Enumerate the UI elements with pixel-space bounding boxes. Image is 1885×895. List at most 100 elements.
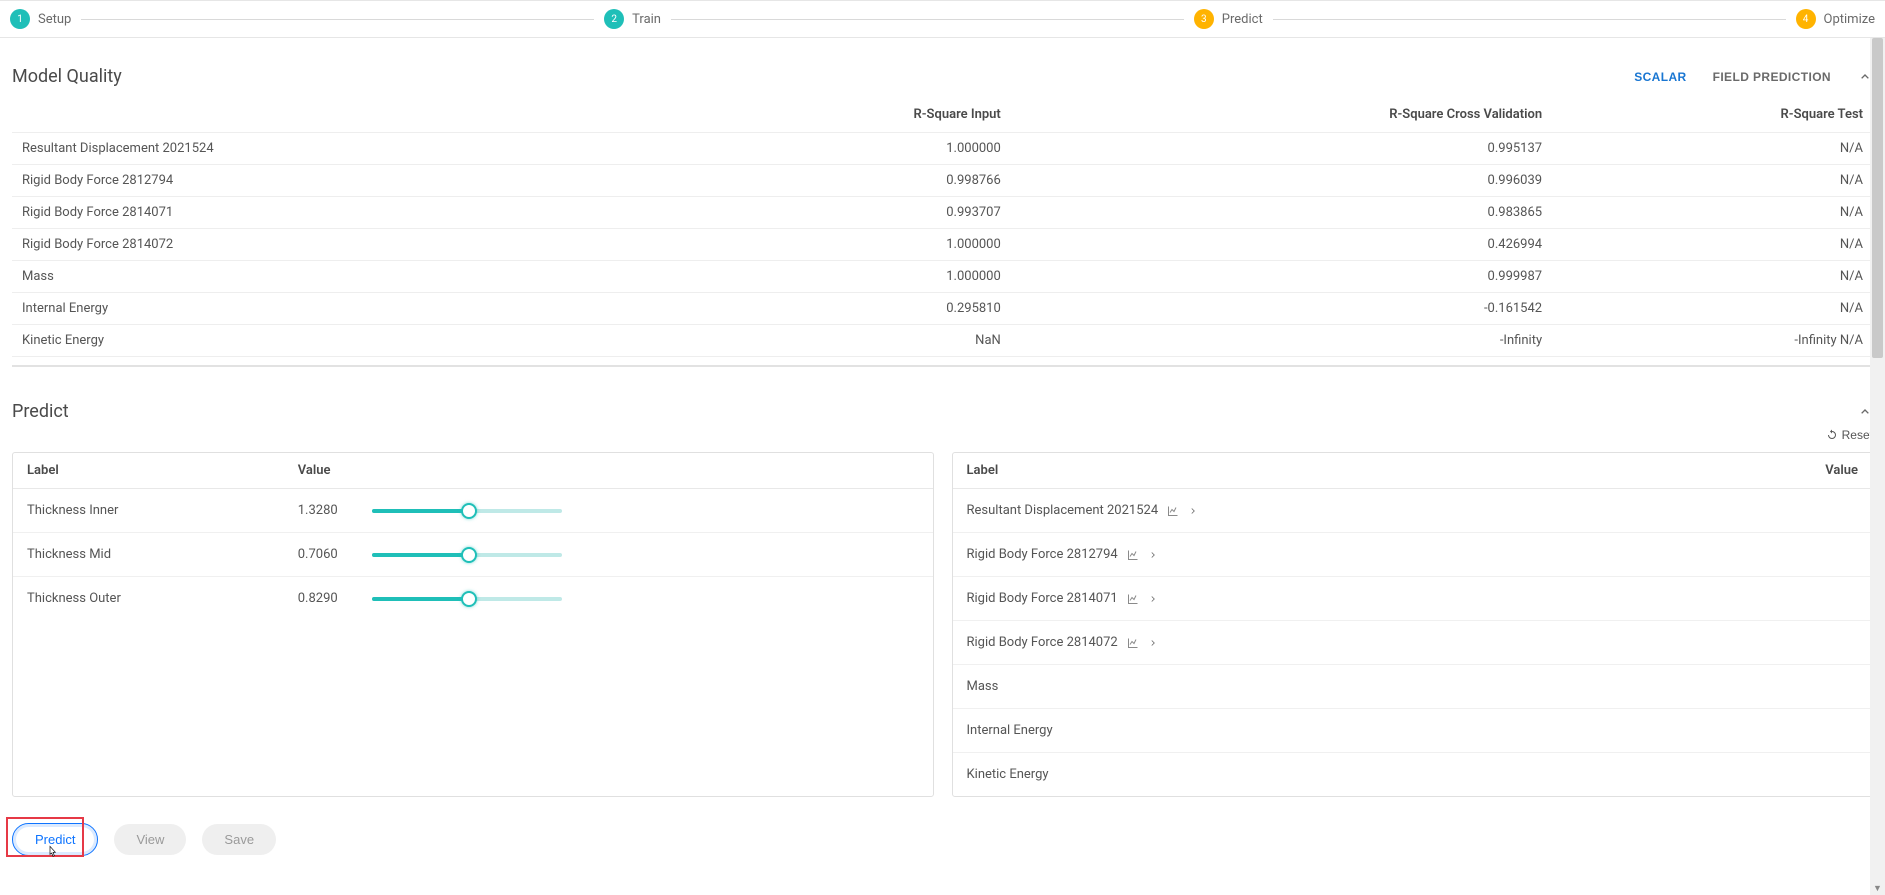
step-line [1273,19,1786,20]
chevron-right-icon[interactable] [1148,638,1158,648]
stepper: 1 Setup 2 Train 3 Predict 4 Optimize [0,0,1885,38]
input-row: Thickness Mid 0.7060 [13,533,933,577]
tab-scalar[interactable]: SCALAR [1634,70,1686,84]
row-rsq-cv: 0.983865 [1011,197,1552,229]
row-rsq-cv: 0.996039 [1011,165,1552,197]
model-quality-table: R-Square Input R-Square Cross Validation… [12,93,1873,357]
step-train[interactable]: 2 Train [604,9,661,29]
col-label [12,93,675,133]
step-line [81,19,594,20]
input-label: Thickness Inner [13,489,284,533]
row-rsq-cv: -Infinity [1011,325,1552,357]
section-title: Predict [12,401,69,422]
row-label: Rigid Body Force 2814072 [12,229,675,261]
table-row: Internal Energy0.295810-0.161542N/A [12,293,1873,325]
predict-button[interactable]: Predict [12,823,98,856]
row-label: Internal Energy [12,293,675,325]
output-label: Rigid Body Force 2812794 [967,547,1118,562]
section-title: Model Quality [12,66,122,87]
view-button[interactable]: View [114,824,186,855]
slider[interactable] [372,509,562,513]
step-label: Predict [1222,12,1263,27]
input-value: 1.3280 [298,503,358,518]
reset-label: Reset [1842,428,1873,442]
reset-button[interactable]: Reset [1826,428,1873,442]
chevron-right-icon[interactable] [1148,550,1158,560]
table-row: Rigid Body Force 28140721.0000000.426994… [12,229,1873,261]
panel-divider [12,365,1873,367]
input-value: 0.7060 [298,547,358,562]
step-setup[interactable]: 1 Setup [10,9,71,29]
output-row[interactable]: Rigid Body Force 2814071 [953,577,1873,621]
step-label: Train [632,12,661,27]
output-label: Rigid Body Force 2814072 [967,635,1118,650]
table-row: Mass1.0000000.999987N/A [12,261,1873,293]
scroll-down-icon[interactable]: ▼ [1870,881,1885,895]
chart-icon[interactable] [1126,637,1140,649]
step-number: 2 [604,9,624,29]
output-row[interactable]: Kinetic Energy [953,753,1873,797]
output-row[interactable]: Resultant Displacement 2021524 [953,489,1873,533]
input-label: Thickness Outer [13,577,284,621]
row-rsq-test: N/A [1552,261,1873,293]
model-quality-header: Model Quality SCALAR FIELD PREDICTION [12,66,1873,87]
step-label: Optimize [1824,12,1875,27]
slider[interactable] [372,553,562,557]
col-rsq-input: R-Square Input [675,93,1011,133]
input-label: Thickness Mid [13,533,284,577]
col-label: Label [13,453,284,489]
row-rsq-cv: -0.161542 [1011,293,1552,325]
col-rsq-cv: R-Square Cross Validation [1011,93,1552,133]
slider-thumb[interactable] [461,547,477,563]
chart-icon[interactable] [1126,593,1140,605]
predict-header: Predict [12,401,1873,422]
output-row[interactable]: Mass [953,665,1873,709]
output-label: Mass [967,679,999,694]
step-label: Setup [38,12,71,27]
input-row: Thickness Inner 1.3280 [13,489,933,533]
predict-input-panel: Label Value Thickness Inner1.3280Thickne… [12,452,934,797]
reset-icon [1826,429,1838,441]
col-label: Label [953,453,1409,489]
table-row: Rigid Body Force 28140710.9937070.983865… [12,197,1873,229]
row-label: Resultant Displacement 2021524 [12,133,675,165]
input-value: 0.8290 [298,591,358,606]
chevron-right-icon[interactable] [1148,594,1158,604]
save-button[interactable]: Save [202,824,276,855]
tab-field-prediction[interactable]: FIELD PREDICTION [1713,70,1831,84]
row-rsq-input: NaN [675,325,1011,357]
predict-output-panel: Label Value Resultant Displacement 20215… [952,452,1874,797]
chart-icon[interactable] [1166,505,1180,517]
input-row: Thickness Outer 0.8290 [13,577,933,621]
step-number: 3 [1194,9,1214,29]
row-rsq-input: 0.998766 [675,165,1011,197]
output-row[interactable]: Rigid Body Force 2812794 [953,533,1873,577]
chart-icon[interactable] [1126,549,1140,561]
scroll-thumb[interactable] [1872,38,1883,358]
row-rsq-input: 1.000000 [675,133,1011,165]
slider-thumb[interactable] [461,591,477,607]
output-row[interactable]: Rigid Body Force 2814072 [953,621,1873,665]
scrollbar[interactable]: ▲ ▼ [1870,38,1885,895]
row-rsq-input: 1.000000 [675,261,1011,293]
step-number: 1 [10,9,30,29]
output-row[interactable]: Internal Energy [953,709,1873,753]
row-rsq-test: N/A [1552,165,1873,197]
slider[interactable] [372,597,562,601]
chevron-right-icon[interactable] [1188,506,1198,516]
output-label: Internal Energy [967,723,1053,738]
col-value: Value [284,453,933,489]
row-label: Mass [12,261,675,293]
step-number: 4 [1796,9,1816,29]
row-rsq-test: N/A [1552,197,1873,229]
row-rsq-cv: 0.426994 [1011,229,1552,261]
col-rsq-test: R-Square Test [1552,93,1873,133]
row-label: Kinetic Energy [12,325,675,357]
row-rsq-input: 1.000000 [675,229,1011,261]
row-rsq-input: 0.993707 [675,197,1011,229]
step-optimize[interactable]: 4 Optimize [1796,9,1875,29]
row-rsq-cv: 0.995137 [1011,133,1552,165]
row-label: Rigid Body Force 2812794 [12,165,675,197]
step-predict[interactable]: 3 Predict [1194,9,1263,29]
slider-thumb[interactable] [461,503,477,519]
